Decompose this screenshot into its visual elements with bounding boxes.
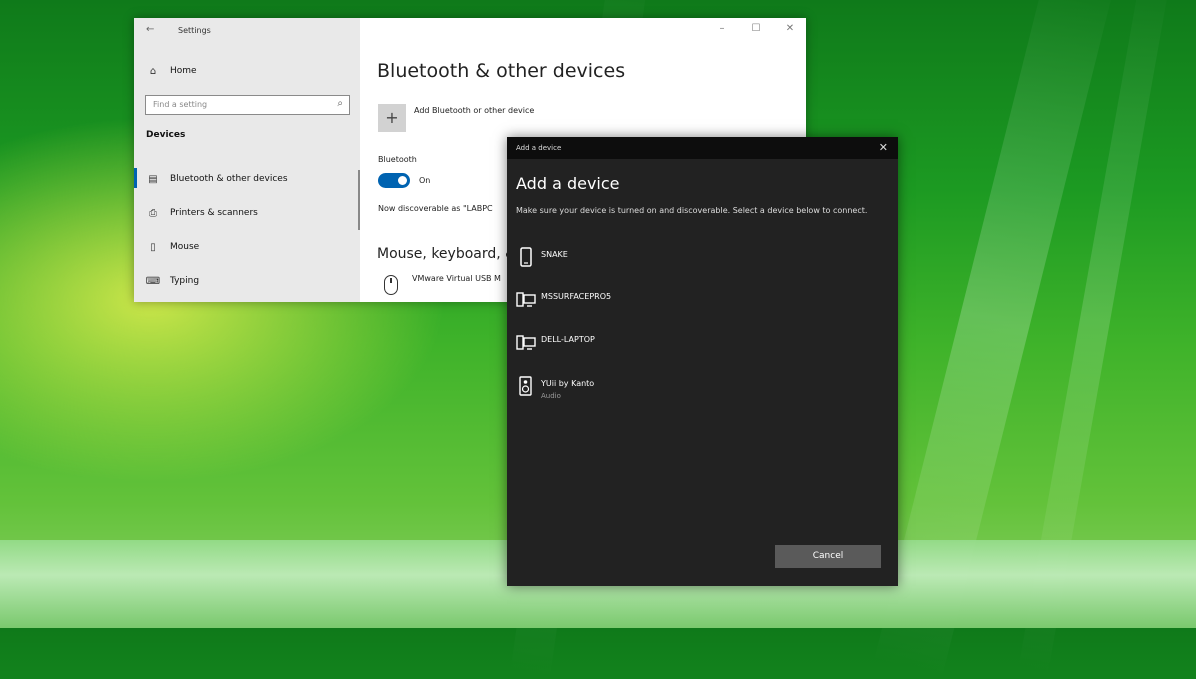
settings-title: Settings: [178, 26, 211, 35]
printer-icon: ⎙: [149, 207, 157, 219]
search-input[interactable]: Find a setting ⌕: [145, 95, 350, 115]
computer-icon: [516, 292, 536, 307]
sidebar-scrollbar[interactable]: [358, 170, 360, 230]
phone-icon: [520, 247, 532, 267]
dialog-window-title: Add a device: [516, 144, 562, 152]
speaker-icon: [519, 376, 532, 396]
bluetooth-toggle[interactable]: [378, 173, 410, 188]
device-name: MSSURFACEPRO5: [541, 292, 612, 301]
cancel-button[interactable]: Cancel: [775, 545, 881, 568]
sidebar-item-bluetooth[interactable]: ▤ Bluetooth & other devices: [144, 169, 354, 189]
sidebar-item-label: Home: [170, 66, 197, 76]
sidebar-item-printers[interactable]: ⎙ Printers & scanners: [144, 203, 354, 223]
add-device-dialog: Add a device ✕ Add a device Make sure yo…: [507, 137, 898, 586]
sidebar-item-typing[interactable]: ⌨ Typing: [144, 271, 354, 291]
add-device-button[interactable]: +: [378, 104, 406, 132]
device-item-mssurfacepro5[interactable]: MSSURFACEPRO5: [516, 289, 876, 319]
device-subtitle: Audio: [541, 392, 561, 400]
discoverable-text: Now discoverable as "LABPC: [378, 204, 493, 213]
minimize-button[interactable]: –: [712, 23, 732, 34]
sidebar-item-label: Mouse: [170, 242, 200, 252]
bluetooth-state: On: [419, 176, 431, 185]
add-device-label[interactable]: Add Bluetooth or other device: [414, 106, 534, 115]
maximize-button[interactable]: ☐: [746, 23, 766, 34]
home-icon: ⌂: [149, 65, 157, 77]
device-name: SNAKE: [541, 250, 568, 259]
dialog-heading: Add a device: [516, 174, 620, 193]
close-icon[interactable]: ✕: [879, 141, 888, 154]
device-name: DELL-LAPTOP: [541, 335, 595, 344]
search-icon: ⌕: [337, 98, 343, 109]
mouse-device-icon: [384, 275, 398, 295]
device-item-yuii-by-kanto[interactable]: YUii by Kanto Audio: [516, 376, 876, 406]
computer-icon: [516, 335, 536, 350]
dialog-titlebar: Add a device ✕: [507, 137, 898, 159]
device-item-dell-laptop[interactable]: DELL-LAPTOP: [516, 332, 876, 362]
dialog-description: Make sure your device is turned on and d…: [516, 206, 868, 215]
active-indicator: [134, 168, 137, 188]
bluetooth-devices-icon: ▤: [148, 173, 158, 185]
bluetooth-label: Bluetooth: [378, 155, 417, 164]
device-item-snake[interactable]: SNAKE: [516, 247, 876, 277]
mouse-icon: ▯: [150, 241, 156, 253]
sidebar-item-home[interactable]: ⌂ Home: [144, 61, 354, 81]
search-placeholder: Find a setting: [153, 100, 208, 109]
sidebar-item-mouse[interactable]: ▯ Mouse: [144, 237, 354, 257]
section-heading: Devices: [146, 130, 186, 140]
close-button[interactable]: ✕: [780, 23, 800, 34]
mouse-keyboard-heading: Mouse, keyboard, &: [377, 246, 517, 262]
vm-device-label[interactable]: VMware Virtual USB M: [412, 274, 501, 283]
sidebar-item-label: Printers & scanners: [170, 208, 258, 218]
device-name: YUii by Kanto: [541, 379, 595, 388]
sidebar-item-label: Typing: [170, 276, 200, 286]
page-title: Bluetooth & other devices: [377, 60, 626, 82]
sidebar-item-label: Bluetooth & other devices: [170, 174, 288, 184]
keyboard-icon: ⌨: [145, 275, 161, 287]
back-arrow-icon[interactable]: ←: [146, 24, 154, 35]
settings-titlebar: ← Settings – ☐ ✕: [134, 18, 806, 44]
